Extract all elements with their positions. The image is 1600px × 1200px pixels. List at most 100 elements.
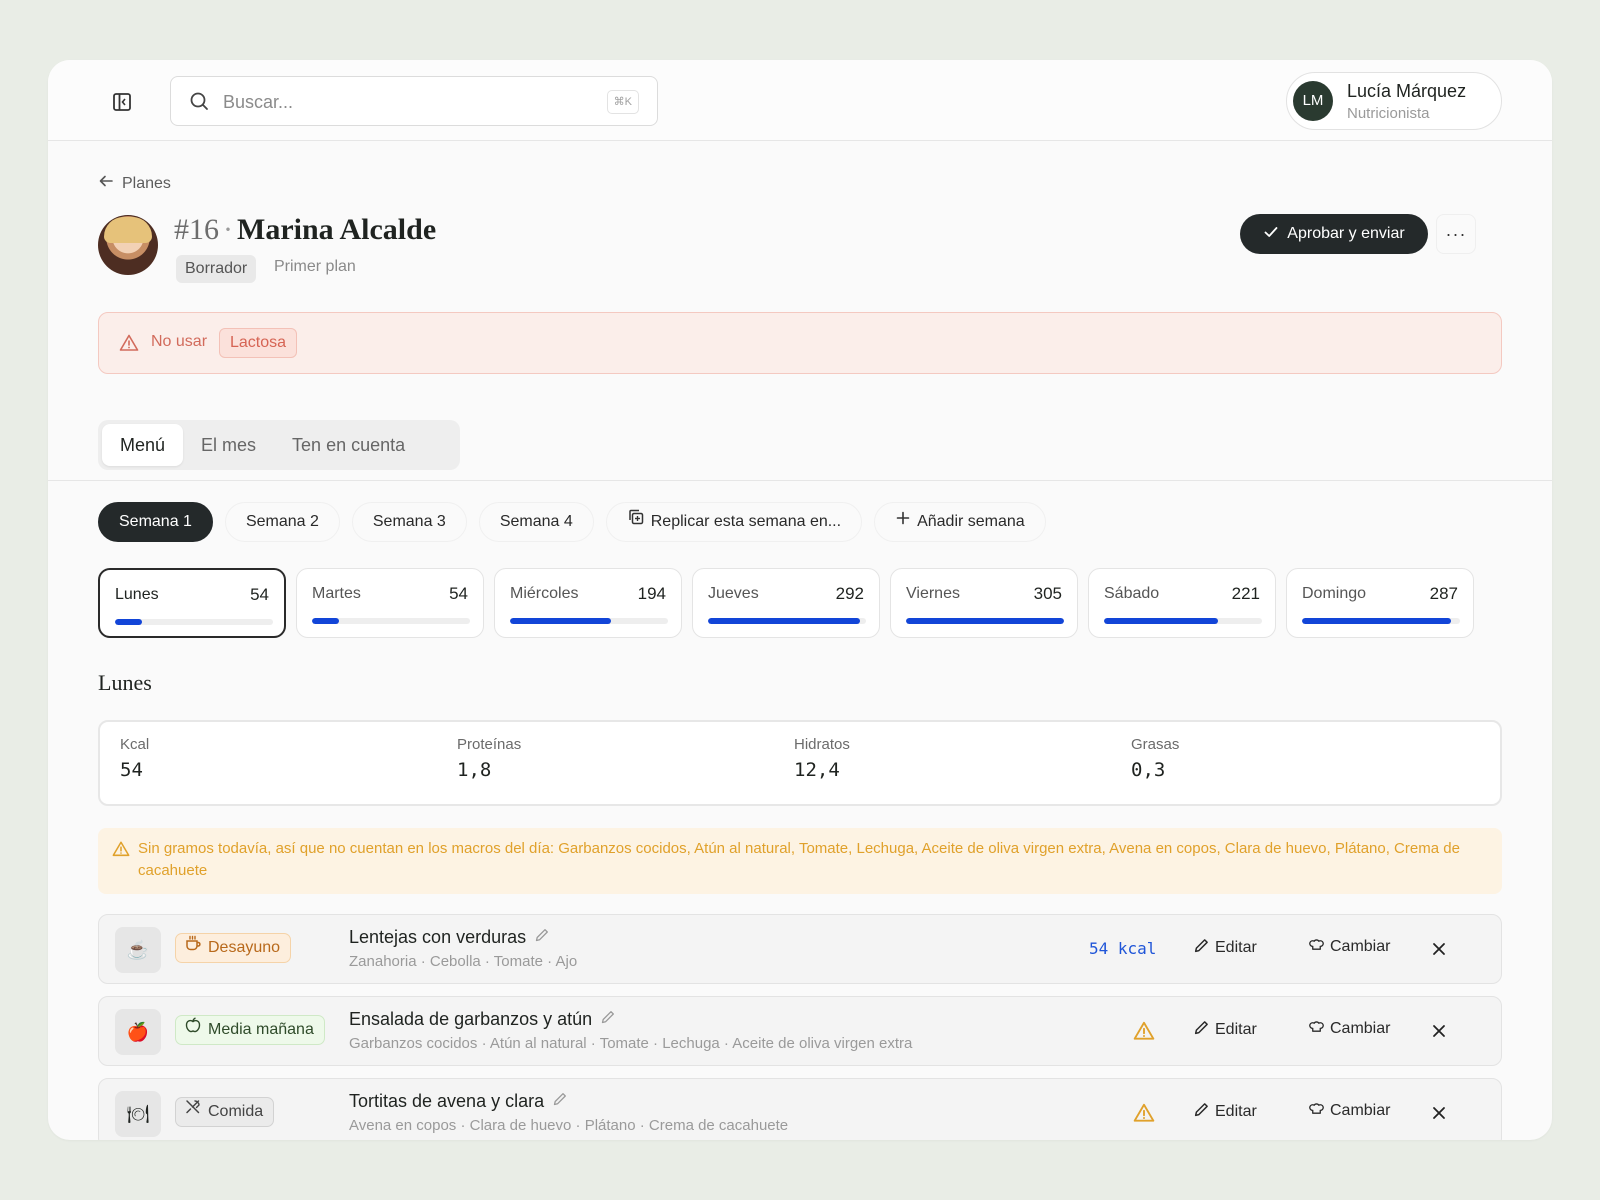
meal-slot-tag: Comida — [175, 1097, 275, 1127]
day-name: Lunes — [115, 586, 159, 603]
macro-label: Proteínas — [457, 736, 522, 753]
add-week-button[interactable]: Añadir semana — [874, 502, 1046, 542]
replicate-week-button[interactable]: Replicar esta semana en... — [605, 502, 863, 542]
meal-ingredients: Zanahoria · Cebolla · Tomate · Ajo — [349, 953, 578, 970]
day-progress — [708, 618, 866, 624]
tab-notes[interactable]: Ten en cuenta — [274, 424, 423, 466]
restriction-tag: Lactosa — [219, 328, 298, 358]
day-progress — [510, 618, 668, 624]
meal-slot-label: Media mañana — [208, 1021, 314, 1038]
swap-meal-button[interactable]: Cambiar — [1309, 937, 1390, 957]
edit-meal-button[interactable]: Editar — [1193, 937, 1257, 959]
search-box[interactable]: ⌘K — [170, 76, 658, 126]
day-card-lunes[interactable]: Lunes 54 — [98, 568, 286, 638]
meal-row: 🍽 Comida Tortitas de avena y clara Avena… — [98, 1078, 1502, 1140]
meal-slot-tag: Desayuno — [175, 933, 292, 963]
macro-label: Kcal — [120, 736, 150, 753]
pencil-icon[interactable] — [552, 1091, 568, 1112]
meal-title[interactable]: Ensalada de garbanzos y atún — [349, 1009, 616, 1030]
sidebar-toggle-icon[interactable] — [108, 88, 136, 116]
macro-value: 1,8 — [457, 759, 492, 781]
approve-send-button[interactable]: Aprobar y enviar — [1240, 214, 1428, 254]
meal-title[interactable]: Lentejas con verduras — [349, 927, 550, 948]
main-tabs: Menú El mes Ten en cuenta — [98, 420, 460, 470]
plan-number: #16 — [174, 213, 219, 246]
section-divider — [48, 480, 1552, 481]
meal-title-text: Tortitas de avena y clara — [349, 1091, 545, 1111]
user-menu[interactable]: LM Lucía Márquez Nutricionista — [1286, 72, 1502, 130]
copy-icon — [627, 502, 645, 542]
meal-slot-label: Desayuno — [208, 939, 281, 956]
day-kcal: 292 — [835, 584, 864, 603]
warning-icon — [1133, 1020, 1155, 1047]
tab-menu[interactable]: Menú — [102, 424, 184, 466]
tab-month[interactable]: El mes — [183, 424, 274, 466]
restriction-alert: No usar Lactosa — [98, 312, 1502, 374]
day-progress-fill — [906, 618, 1064, 624]
meal-image: 🍽 — [115, 1091, 161, 1137]
day-kcal: 221 — [1231, 584, 1260, 603]
warning-text: Sin gramos todavía, así que no cuentan e… — [138, 840, 1460, 879]
meal-ingredients: Avena en copos · Clara de huevo · Plátan… — [349, 1117, 789, 1134]
day-card-viernes[interactable]: Viernes 305 — [890, 568, 1078, 638]
swap-meal-button[interactable]: Cambiar — [1309, 1019, 1390, 1039]
day-card-jueves[interactable]: Jueves 292 — [692, 568, 880, 638]
day-progress — [312, 618, 470, 624]
close-icon[interactable] — [1427, 1019, 1451, 1043]
close-icon[interactable] — [1427, 1101, 1451, 1125]
patient-name: Marina Alcalde — [237, 213, 437, 246]
coffee-icon — [184, 934, 202, 962]
macros-summary: Kcal 54 Proteínas 1,8 Hidratos 12,4 Gras… — [98, 720, 1502, 806]
close-icon[interactable] — [1427, 937, 1451, 961]
day-card-domingo[interactable]: Domingo 287 — [1286, 568, 1474, 638]
day-name: Jueves — [708, 585, 759, 602]
day-name: Domingo — [1302, 585, 1367, 602]
macro-protein: Proteínas 1,8 — [457, 736, 521, 781]
swap-label: Cambiar — [1330, 1102, 1391, 1119]
day-card-miercoles[interactable]: Miércoles 194 — [494, 568, 682, 638]
alert-triangle-icon — [119, 333, 139, 358]
week-pill-3[interactable]: Semana 3 — [351, 502, 467, 542]
macro-kcal: Kcal 54 — [120, 736, 149, 781]
day-kcal: 305 — [1033, 584, 1062, 603]
macro-value: 0,3 — [1131, 759, 1166, 781]
add-week-label: Añadir semana — [917, 513, 1025, 530]
chef-hat-icon — [1309, 937, 1324, 957]
back-link[interactable]: Planes — [98, 173, 171, 194]
utensils-icon — [184, 1098, 202, 1126]
edit-label: Editar — [1215, 939, 1257, 956]
week-pill-1[interactable]: Semana 1 — [98, 502, 213, 542]
pencil-icon[interactable] — [600, 1009, 616, 1030]
search-input[interactable] — [223, 89, 583, 115]
arrow-left-icon — [98, 173, 114, 194]
search-icon — [189, 91, 209, 116]
warning-icon — [1133, 1102, 1155, 1129]
page-title: #16 · Marina Alcalde — [174, 213, 436, 247]
meal-title[interactable]: Tortitas de avena y clara — [349, 1091, 568, 1112]
day-progress-fill — [510, 618, 612, 624]
status-badge: Borrador — [176, 255, 257, 283]
day-card-martes[interactable]: Martes 54 — [296, 568, 484, 638]
day-name: Miércoles — [510, 585, 579, 602]
edit-meal-button[interactable]: Editar — [1193, 1101, 1257, 1123]
pencil-icon — [1193, 1019, 1210, 1041]
more-options-button[interactable]: ··· — [1436, 214, 1476, 254]
week-pill-4[interactable]: Semana 4 — [478, 502, 594, 542]
day-card-sabado[interactable]: Sábado 221 — [1088, 568, 1276, 638]
restriction-label: No usar — [151, 333, 208, 350]
day-name: Sábado — [1104, 585, 1160, 602]
meal-slot-label: Comida — [208, 1103, 264, 1120]
week-pill-2[interactable]: Semana 2 — [224, 502, 340, 542]
check-icon — [1263, 224, 1279, 245]
patient-avatar — [98, 215, 158, 275]
approve-send-label: Aprobar y enviar — [1287, 225, 1405, 242]
app-window: ⌘K LM Lucía Márquez Nutricionista Planes… — [48, 60, 1552, 1140]
day-selector: Lunes 54 Martes 54 Miércoles 194 Jueves … — [98, 568, 1474, 638]
meal-slot-tag: Media mañana — [175, 1015, 325, 1045]
pencil-icon[interactable] — [534, 927, 550, 948]
swap-label: Cambiar — [1330, 938, 1391, 955]
edit-label: Editar — [1215, 1021, 1257, 1038]
edit-meal-button[interactable]: Editar — [1193, 1019, 1257, 1041]
day-kcal: 287 — [1429, 584, 1458, 603]
swap-meal-button[interactable]: Cambiar — [1309, 1101, 1390, 1121]
